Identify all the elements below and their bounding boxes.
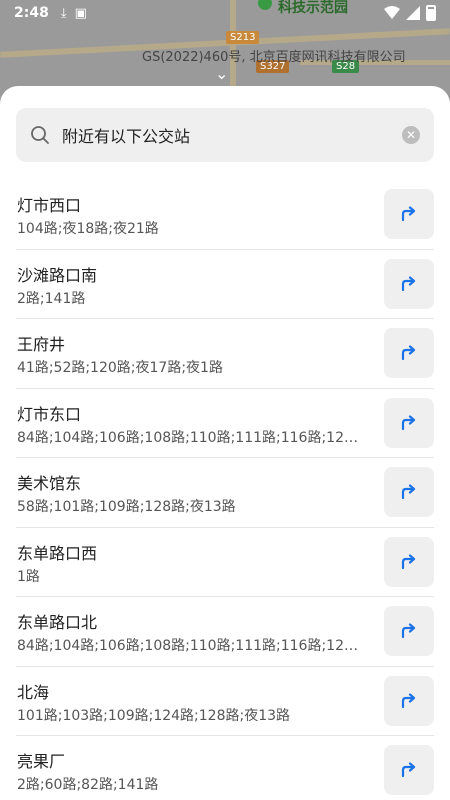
- list-item[interactable]: 美术馆东 58路;101路;109路;128路;夜13路: [16, 458, 434, 528]
- station-routes: 1路: [17, 568, 40, 585]
- station-name: 亮果厂: [17, 752, 66, 771]
- route-button[interactable]: [384, 467, 434, 517]
- route-button[interactable]: [384, 536, 434, 587]
- bottom-sheet: 附近有以下公交站 ✕ 灯市西口 104路;夜18路;夜21路沙滩路口南 2路;141…: [0, 86, 450, 800]
- search-icon: [31, 126, 49, 144]
- station-routes: 84路;104路;106路;108路;110路;111路;116路;128路: [17, 429, 362, 446]
- station-routes: 2路;60路;82路;141路: [17, 777, 159, 793]
- turn-right-icon: [401, 414, 416, 430]
- route-button[interactable]: [384, 328, 434, 378]
- signal-icon: [406, 6, 420, 20]
- route-button[interactable]: [384, 397, 434, 448]
- list-item[interactable]: 沙滩路口南 2路;141路: [16, 250, 434, 319]
- turn-right-icon: [401, 345, 416, 361]
- station-name: 东单路口北: [17, 613, 98, 632]
- list-item[interactable]: 王府井 41路;52路;120路;夜17路;夜1路: [16, 319, 434, 389]
- station-name: 东单路口西: [17, 543, 98, 563]
- search-text[interactable]: 附近有以下公交站: [62, 123, 402, 147]
- station-routes: 58路;101路;109路;128路;夜13路: [17, 499, 236, 515]
- road-shield-s213: S213: [226, 31, 260, 44]
- station-name: 北海: [17, 682, 50, 702]
- station-routes: 104路;夜18路;夜21路: [17, 221, 159, 237]
- wifi-icon: [384, 6, 400, 19]
- map-copyright: GS(2022)460号, 北京百度网讯科技有限公司: [142, 50, 406, 65]
- station-name: 灯市东口: [17, 404, 82, 424]
- route-button[interactable]: [384, 189, 434, 239]
- list-item[interactable]: 灯市西口 104路;夜18路;夜21路: [16, 180, 434, 250]
- list-item[interactable]: 东单路口西 1路: [16, 528, 434, 597]
- list-item[interactable]: 亮果厂 2路;60路;82路;141路: [16, 736, 434, 800]
- close-icon[interactable]: ✕: [402, 126, 420, 144]
- download-icon: ⤓: [60, 5, 67, 21]
- turn-right-icon: [401, 484, 416, 500]
- turn-right-icon: [401, 762, 416, 778]
- station-routes: 84路;104路;106路;108路;110路;111路;116路;128路: [17, 638, 362, 654]
- route-button[interactable]: [384, 675, 434, 726]
- turn-right-icon: [401, 275, 416, 291]
- status-bar: 2:48 ⤓ ▣: [0, 0, 450, 26]
- station-routes: 41路;52路;120路;夜17路;夜1路: [17, 360, 223, 376]
- route-button[interactable]: [384, 258, 434, 309]
- list-item[interactable]: 东单路口北 84路;104路;106路;108路;110路;111路;116路;1…: [16, 597, 434, 667]
- turn-right-icon: [401, 623, 416, 639]
- list-item[interactable]: 北海 101路;103路;109路;124路;128路;夜13路: [16, 667, 434, 736]
- station-name: 灯市西口: [17, 196, 82, 215]
- route-button[interactable]: [384, 606, 434, 656]
- station-list: 灯市西口 104路;夜18路;夜21路沙滩路口南 2路;141路 王府井 41路;52路…: [0, 180, 450, 800]
- turn-right-icon: [401, 692, 416, 708]
- status-time: 2:48: [14, 5, 49, 21]
- battery-icon: [426, 5, 436, 21]
- chevron-down-icon[interactable]: ⌄: [215, 64, 228, 83]
- station-name: 王府井: [17, 335, 66, 354]
- station-name: 美术馆东: [17, 474, 82, 493]
- turn-right-icon: [401, 553, 416, 569]
- turn-right-icon: [401, 206, 416, 222]
- a-icon: ▣: [74, 5, 87, 21]
- station-routes: 2路;141路: [17, 290, 86, 307]
- station-routes: 101路;103路;109路;124路;128路;夜13路: [17, 707, 291, 724]
- search-bar[interactable]: 附近有以下公交站 ✕: [16, 108, 434, 162]
- route-button[interactable]: [384, 745, 434, 795]
- list-item[interactable]: 灯市东口 84路;104路;106路;108路;110路;111路;116路;12…: [16, 389, 434, 458]
- station-name: 沙滩路口南: [17, 265, 98, 285]
